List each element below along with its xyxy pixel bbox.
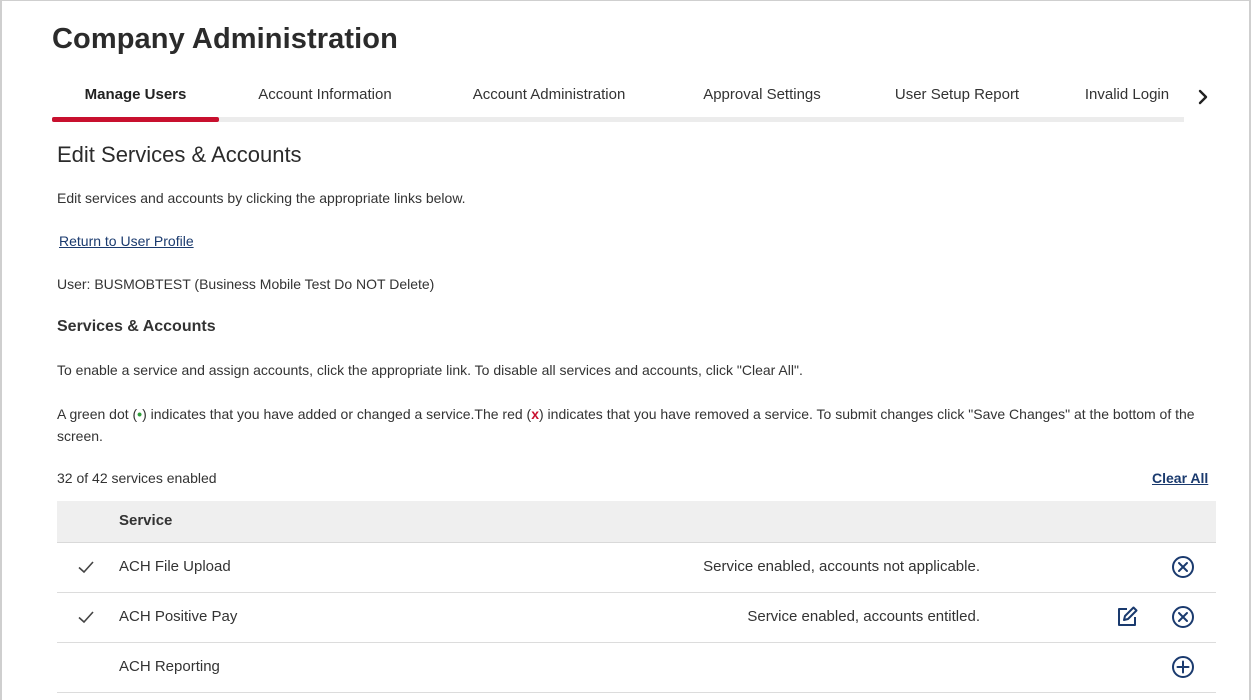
page-title: Company Administration: [52, 23, 398, 55]
section-title: Edit Services & Accounts: [57, 142, 302, 167]
remove-service-button[interactable]: [1170, 554, 1196, 580]
tab-account-information[interactable]: Account Information: [239, 77, 411, 117]
service-name: ACH Positive Pay: [119, 608, 238, 625]
tab-bar-track: [52, 117, 1184, 122]
red-x-symbol: x: [531, 406, 539, 422]
service-name: ACH File Upload: [119, 558, 231, 575]
legend-part-1: A green dot (: [57, 406, 138, 422]
tabs-next-button[interactable]: [1194, 82, 1214, 112]
table-row: ACH File Upload Service enabled, account…: [57, 543, 1216, 593]
instructions-text: To enable a service and assign accounts,…: [57, 362, 803, 378]
service-name: ACH Reporting: [119, 658, 220, 675]
tab-account-administration[interactable]: Account Administration: [448, 77, 650, 117]
services-heading: Services & Accounts: [57, 318, 216, 335]
services-count: 32 of 42 services enabled: [57, 470, 217, 486]
add-service-button[interactable]: [1170, 654, 1196, 680]
checkmark-icon: [78, 561, 94, 574]
legend-text: A green dot (•) indicates that you have …: [57, 403, 1217, 447]
remove-service-button[interactable]: [1170, 604, 1196, 630]
table-header: Service: [57, 501, 1216, 543]
intro-text: Edit services and accounts by clicking t…: [57, 190, 466, 206]
legend-part-2: ) indicates that you have added or chang…: [142, 406, 532, 422]
service-status: Service enabled, accounts not applicable…: [703, 558, 980, 575]
table-row: ACH Positive Pay Service enabled, accoun…: [57, 593, 1216, 643]
user-line: User: BUSMOBTEST (Business Mobile Test D…: [57, 276, 435, 292]
table-row: ACH Reporting: [57, 643, 1216, 693]
checkmark-icon: [78, 611, 94, 624]
tab-approval-settings[interactable]: Approval Settings: [682, 77, 842, 117]
return-to-user-profile-link[interactable]: Return to User Profile: [59, 233, 194, 249]
service-status: Service enabled, accounts entitled.: [747, 608, 980, 625]
tab-manage-users[interactable]: Manage Users: [52, 77, 219, 122]
services-table: Service ACH File Upload Service enabled,…: [57, 501, 1216, 693]
app-frame: Company Administration Manage Users Acco…: [0, 0, 1251, 700]
chevron-right-icon: [1198, 89, 1208, 105]
clear-all-link[interactable]: Clear All: [1152, 470, 1208, 486]
service-column-header: Service: [119, 512, 173, 529]
tab-bar: Manage Users Account Information Account…: [52, 77, 1214, 123]
tab-invalid-login[interactable]: Invalid Login: [1072, 77, 1182, 117]
tab-user-setup-report[interactable]: User Setup Report: [877, 77, 1037, 117]
edit-accounts-button[interactable]: [1114, 604, 1140, 630]
